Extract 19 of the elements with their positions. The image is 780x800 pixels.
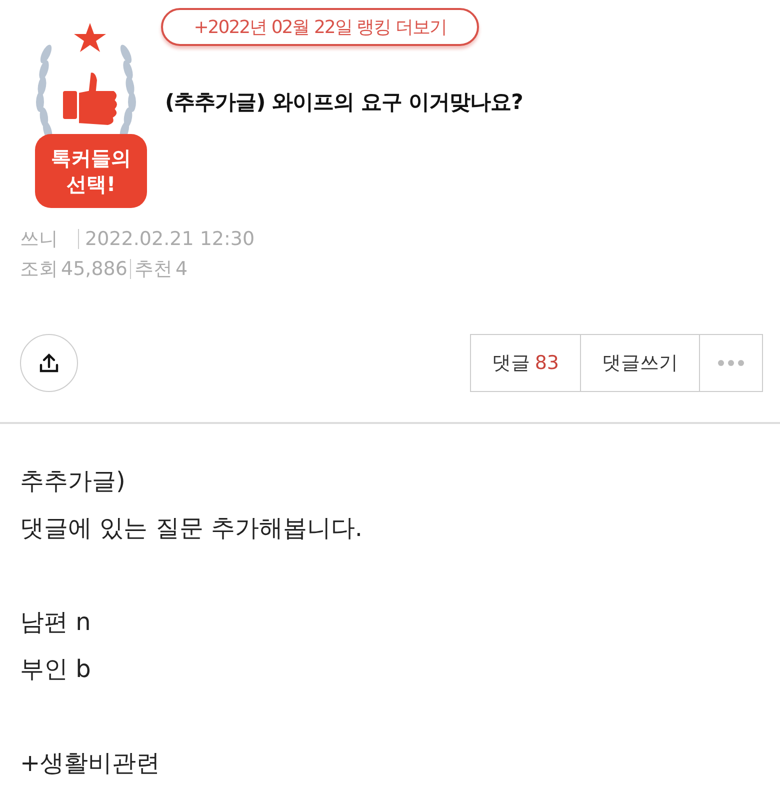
star-icon	[74, 23, 106, 52]
body-text: 남편 n	[20, 607, 92, 638]
body-text: +생활비관련	[20, 748, 162, 779]
likes-label: 추천	[134, 257, 172, 282]
views-label: 조회	[20, 257, 58, 282]
thumbs-up-icon	[61, 70, 119, 127]
more-icon	[718, 360, 744, 366]
body-text: 부인 b	[20, 654, 92, 685]
like-count: 4	[175, 257, 188, 282]
author-name: 쓰니	[20, 227, 58, 252]
post-title: (추추가글) 와이프의 요구 이거맞나요?	[165, 89, 523, 116]
comment-count: 83	[534, 352, 559, 374]
share-icon	[38, 352, 60, 374]
badge-label: 톡커들의 선택!	[35, 134, 147, 208]
view-count: 45,886	[61, 257, 128, 282]
body-text: 댓글에 있는 질문 추가해봅니다.	[20, 513, 364, 544]
post-date: 2022.02.21 12:30	[85, 227, 255, 252]
body-text: 추추가글)	[20, 466, 126, 497]
ranking-link[interactable]: +2022년 02월 22일 랭킹 더보기	[161, 8, 479, 46]
